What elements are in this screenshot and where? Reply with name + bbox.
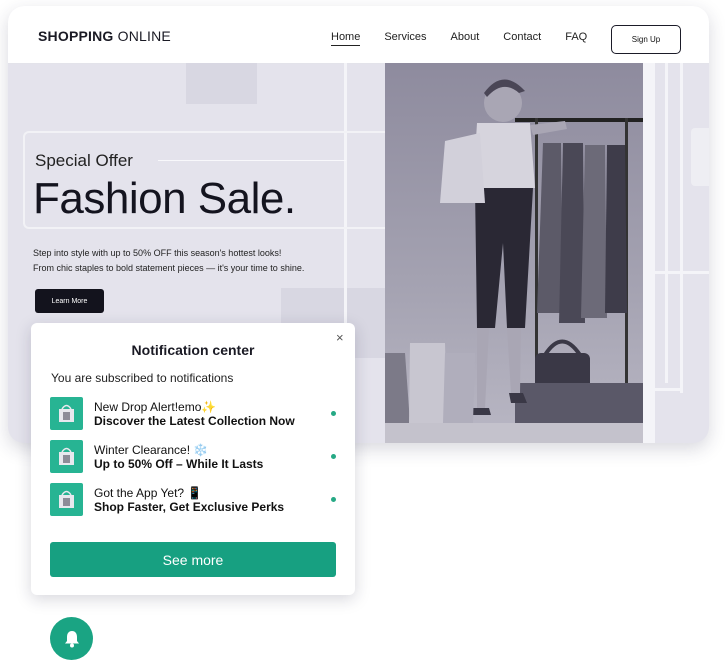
panel-title: Notification center — [131, 342, 255, 358]
notification-title: Got the App Yet? 📱 — [94, 486, 203, 500]
hero-description-line-2: From chic staples to bold statement piec… — [33, 263, 305, 273]
decor-line — [665, 63, 668, 383]
decor-block — [691, 128, 709, 186]
notification-body: Shop Faster, Get Exclusive Perks — [94, 500, 285, 514]
kicker-divider — [158, 160, 346, 161]
decor-block — [186, 63, 257, 104]
see-more-button[interactable]: See more — [50, 542, 336, 577]
hero-photo — [385, 63, 643, 443]
notification-item[interactable]: Got the App Yet? 📱 Shop Faster, Get Excl… — [50, 483, 340, 517]
brand-logo[interactable]: SHOPPING ONLINE — [38, 28, 171, 44]
decor-line — [680, 63, 683, 393]
fashion-model-illustration — [385, 79, 643, 443]
unread-dot — [331, 411, 336, 416]
unread-dot — [331, 454, 336, 459]
notification-body: Up to 50% Off – While It Lasts — [94, 457, 264, 471]
nav-services[interactable]: Services — [384, 31, 426, 46]
nav-home[interactable]: Home — [331, 31, 361, 46]
bell-icon[interactable] — [50, 617, 93, 660]
shopping-bag-icon — [50, 397, 83, 430]
main-nav: Home Services About Contact FAQ — [331, 31, 611, 46]
shopping-bag-icon — [50, 440, 83, 473]
nav-contact[interactable]: Contact — [503, 31, 541, 46]
notification-center-panel: × Notification center You are subscribed… — [31, 323, 355, 595]
site-header: SHOPPING ONLINE Home Services About Cont… — [8, 6, 709, 64]
notification-item[interactable]: New Drop Alert!emo✨ Discover the Latest … — [50, 397, 340, 431]
nav-faq[interactable]: FAQ — [565, 31, 587, 46]
notification-body: Discover the Latest Collection Now — [94, 414, 295, 428]
notification-item[interactable]: Winter Clearance! ❄️ Up to 50% Off – Whi… — [50, 440, 340, 474]
nav-about[interactable]: About — [451, 31, 480, 46]
hero-kicker: Special Offer — [35, 151, 133, 170]
unread-dot — [331, 497, 336, 502]
photo-edge — [643, 63, 655, 443]
notification-title: New Drop Alert!emo✨ — [94, 400, 217, 414]
shopping-bag-icon — [50, 483, 83, 516]
hero-headline: Fashion Sale. — [33, 174, 296, 223]
learn-more-button[interactable]: Learn More — [35, 289, 104, 313]
notification-title: Winter Clearance! ❄️ — [94, 443, 209, 457]
panel-subtitle: You are subscribed to notifications — [51, 371, 234, 385]
hero-description-line-1: Step into style with up to 50% OFF this … — [33, 248, 282, 258]
sign-up-button[interactable]: Sign Up — [611, 25, 681, 54]
